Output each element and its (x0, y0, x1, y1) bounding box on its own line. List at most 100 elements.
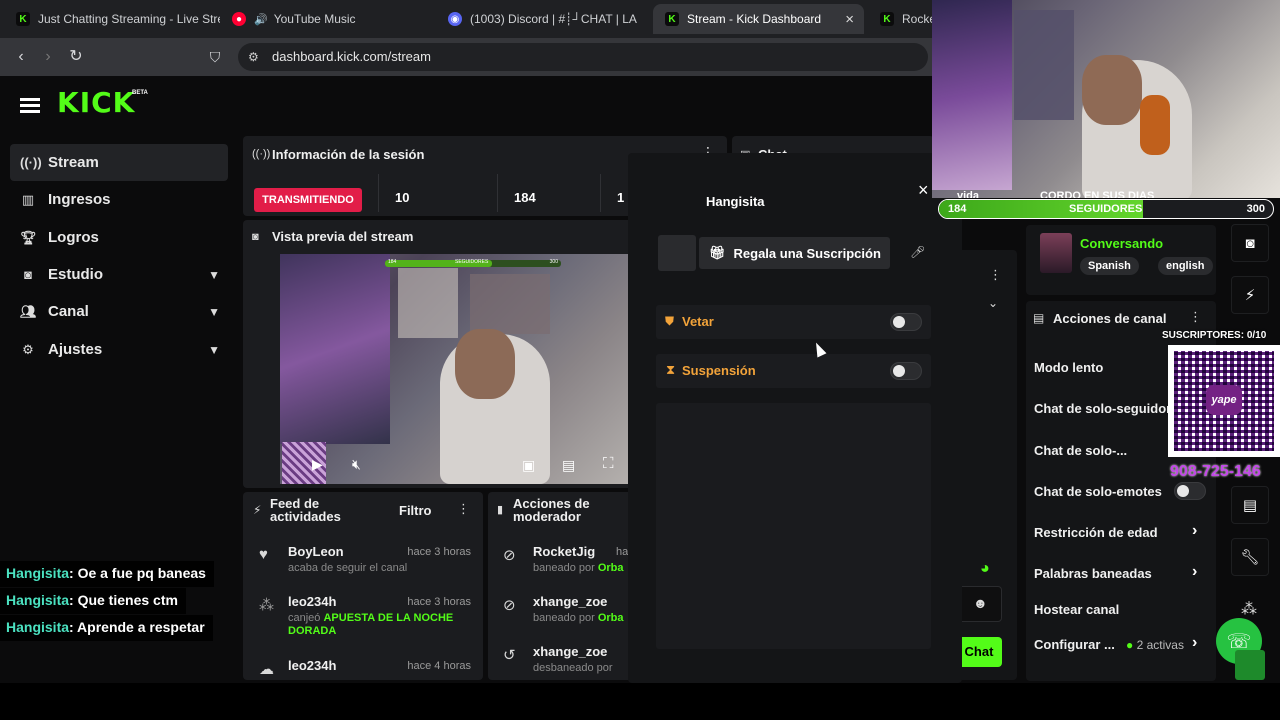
sidebar-item-label: Ajustes (48, 341, 103, 358)
picture-in-picture-icon[interactable]: ▣ (522, 457, 535, 474)
mod-target-username[interactable]: xhange_zoe (533, 594, 607, 609)
mod-target-username[interactable]: RocketJig (533, 544, 595, 559)
stream-preview-video[interactable]: 184 SEGUIDORES 300 ▶ 🔇︎ ▣ ▤ ⛶ (280, 254, 628, 484)
more-options-icon[interactable]: ⋮ (989, 267, 1002, 283)
list-item: ⁂ leo234h hace 3 horas canjeó APUESTA DE… (243, 588, 483, 638)
live-status-badge: TRANSMITIENDO (254, 188, 362, 212)
close-icon[interactable]: × (918, 180, 929, 201)
fullscreen-icon[interactable]: ⛶ (603, 455, 614, 472)
broadcast-icon: ((·)) (252, 148, 271, 160)
browser-tab[interactable]: K Rocket (876, 4, 934, 34)
slow-mode-action[interactable]: Modo lento (1034, 360, 1103, 375)
banned-words-action[interactable]: Palabras baneadas (1034, 566, 1152, 581)
activity-username[interactable]: BoyLeon (288, 544, 344, 559)
host-channel-action[interactable]: Hostear canal (1034, 602, 1119, 617)
broadcast-icon: ((·)) (20, 155, 42, 170)
sidebar-item-estudio[interactable]: ◙ Estudio ▼ (10, 256, 228, 293)
play-icon[interactable]: ▶ (312, 456, 323, 473)
activity-time: hace 3 horas (407, 596, 471, 608)
activity-username[interactable]: leo234h (288, 594, 336, 609)
payment-phone-number: 908-725-146 (1170, 463, 1261, 480)
points-icon[interactable]: ⁂ (1241, 599, 1257, 619)
theater-mode-icon[interactable]: ▤ (562, 457, 575, 474)
tab-title: Just Chatting Streaming - Live Stre (38, 12, 220, 26)
divider (600, 174, 601, 212)
sidebar-item-logros[interactable]: 🏆︎ Logros (10, 219, 228, 256)
ban-icon: ⊘ (503, 547, 516, 564)
filter-button[interactable]: Filtro (399, 503, 432, 518)
site-settings-icon[interactable]: ⚙ (248, 43, 259, 71)
hamburger-menu-icon[interactable] (20, 95, 40, 113)
configure-action[interactable]: Configurar ... (1034, 637, 1115, 652)
stream-preview-title: Vista previa del stream (272, 229, 414, 244)
sidebar-item-label: Canal (48, 303, 89, 320)
overlay-chat-message: Hangisita: Que tienes ctm (0, 588, 186, 614)
camera-settings-button[interactable]: ◙ (1231, 224, 1269, 262)
close-tab-icon[interactable]: × (845, 11, 854, 28)
gift-icon: 🎁︎ (709, 245, 726, 260)
ban-label: Vetar (682, 314, 714, 329)
mic-icon[interactable]: 🎤︎ (910, 245, 925, 259)
send-chat-button[interactable]: Chat (956, 637, 1002, 667)
followers-bar-mini: 184 SEGUIDORES 300 (385, 259, 561, 267)
camera-icon: ◙ (252, 231, 259, 243)
chevron-down-icon[interactable]: ⌄ (988, 296, 998, 310)
bookmark-icon[interactable]: ⛉ (205, 47, 225, 67)
more-options-icon[interactable]: ⋮ (457, 501, 470, 517)
extension-button[interactable] (1235, 650, 1265, 680)
ban-toggle[interactable] (890, 313, 922, 331)
tab-title: Rocket (902, 12, 934, 26)
back-icon[interactable]: ‹ (11, 47, 31, 67)
emotes-only-action[interactable]: Chat de solo-emotes (1034, 484, 1162, 499)
bottom-letterbox (0, 683, 1280, 720)
session-stat-value: 184 (514, 190, 536, 205)
browser-tab[interactable]: K Just Chatting Streaming - Live Stre (8, 4, 220, 34)
camera-icon: ◙ (1245, 234, 1255, 252)
subs-only-action[interactable]: Chat de solo-... (1034, 443, 1127, 458)
browser-tab-active[interactable]: K Stream - Kick Dashboard × (653, 4, 864, 34)
emotes-only-toggle[interactable] (1174, 482, 1206, 500)
layout-icon: ▤ (1242, 497, 1258, 514)
mod-target-username[interactable]: xhange_zoe (533, 644, 607, 659)
age-restriction-action[interactable]: Restricción de edad (1034, 525, 1158, 540)
subscribers-counter: SUSCRIPTORES: 0/10 (1162, 330, 1267, 341)
followers-goal-bar: 184 SEGUIDORES 300 (938, 199, 1274, 219)
lightning-icon: ⚡︎ (253, 503, 262, 517)
chart-icon: ▥ (21, 191, 35, 207)
overlay-chat-message: Hangisita: Aprende a respetar (0, 615, 213, 641)
kick-logo[interactable]: KICK (57, 86, 135, 119)
quick-actions-button[interactable]: ⚡︎ (1231, 276, 1269, 314)
tab-title: YouTube Music (273, 12, 356, 26)
poster-image (1014, 10, 1074, 120)
sidebar-item-ingresos[interactable]: ▥ Ingresos (10, 181, 228, 218)
sidebar-item-label: Ingresos (48, 191, 111, 208)
url-bar[interactable]: ⚙ dashboard.kick.com/stream (238, 43, 928, 71)
layout-button[interactable]: ▤ (1231, 486, 1269, 524)
lightning-icon: ⚡︎ (1244, 287, 1256, 304)
more-options-icon[interactable]: ⋮ (1189, 309, 1202, 325)
followers-only-action[interactable]: Chat de solo-seguidores (1034, 401, 1168, 416)
sidebar-item-ajustes[interactable]: ⚙ Ajustes ▼ (10, 331, 228, 368)
gift-subscription-button[interactable]: 🎁︎ Regala una Suscripción (699, 237, 890, 269)
settings-panel-icon: ▤ (1033, 311, 1045, 325)
sidebar-item-stream[interactable]: ((·)) Stream (10, 144, 228, 181)
forward-icon[interactable]: › (38, 47, 58, 67)
category-name[interactable]: Conversando (1080, 236, 1163, 251)
sidebar-item-canal[interactable]: 👥︎ Canal ▼ (10, 293, 228, 330)
emote-icon[interactable]: ◕ (980, 560, 990, 578)
activity-text: canjeó APUESTA DE LA NOCHE DORADA (288, 612, 454, 637)
chevron-right-icon: › (1192, 634, 1198, 651)
poster-image (398, 268, 458, 338)
wrench-icon: 🔧︎ (1240, 549, 1260, 566)
activity-username[interactable]: leo234h (288, 658, 336, 673)
url-text: dashboard.kick.com/stream (272, 49, 431, 64)
emoji-icon[interactable]: ☻ (973, 595, 988, 611)
timeout-toggle[interactable] (890, 362, 922, 380)
users-icon: 👥︎ (20, 303, 37, 319)
browser-tab[interactable]: ● 🔊 YouTube Music (228, 4, 434, 34)
reload-icon[interactable]: ↻ (66, 47, 86, 67)
cloud-icon: ☁ (259, 661, 274, 678)
mute-icon[interactable]: 🔇︎ (352, 456, 361, 473)
tools-button[interactable]: 🔧︎ (1231, 538, 1269, 576)
browser-tab[interactable]: ◉ (1003) Discord | #┊┘CHAT | LA (444, 4, 644, 34)
